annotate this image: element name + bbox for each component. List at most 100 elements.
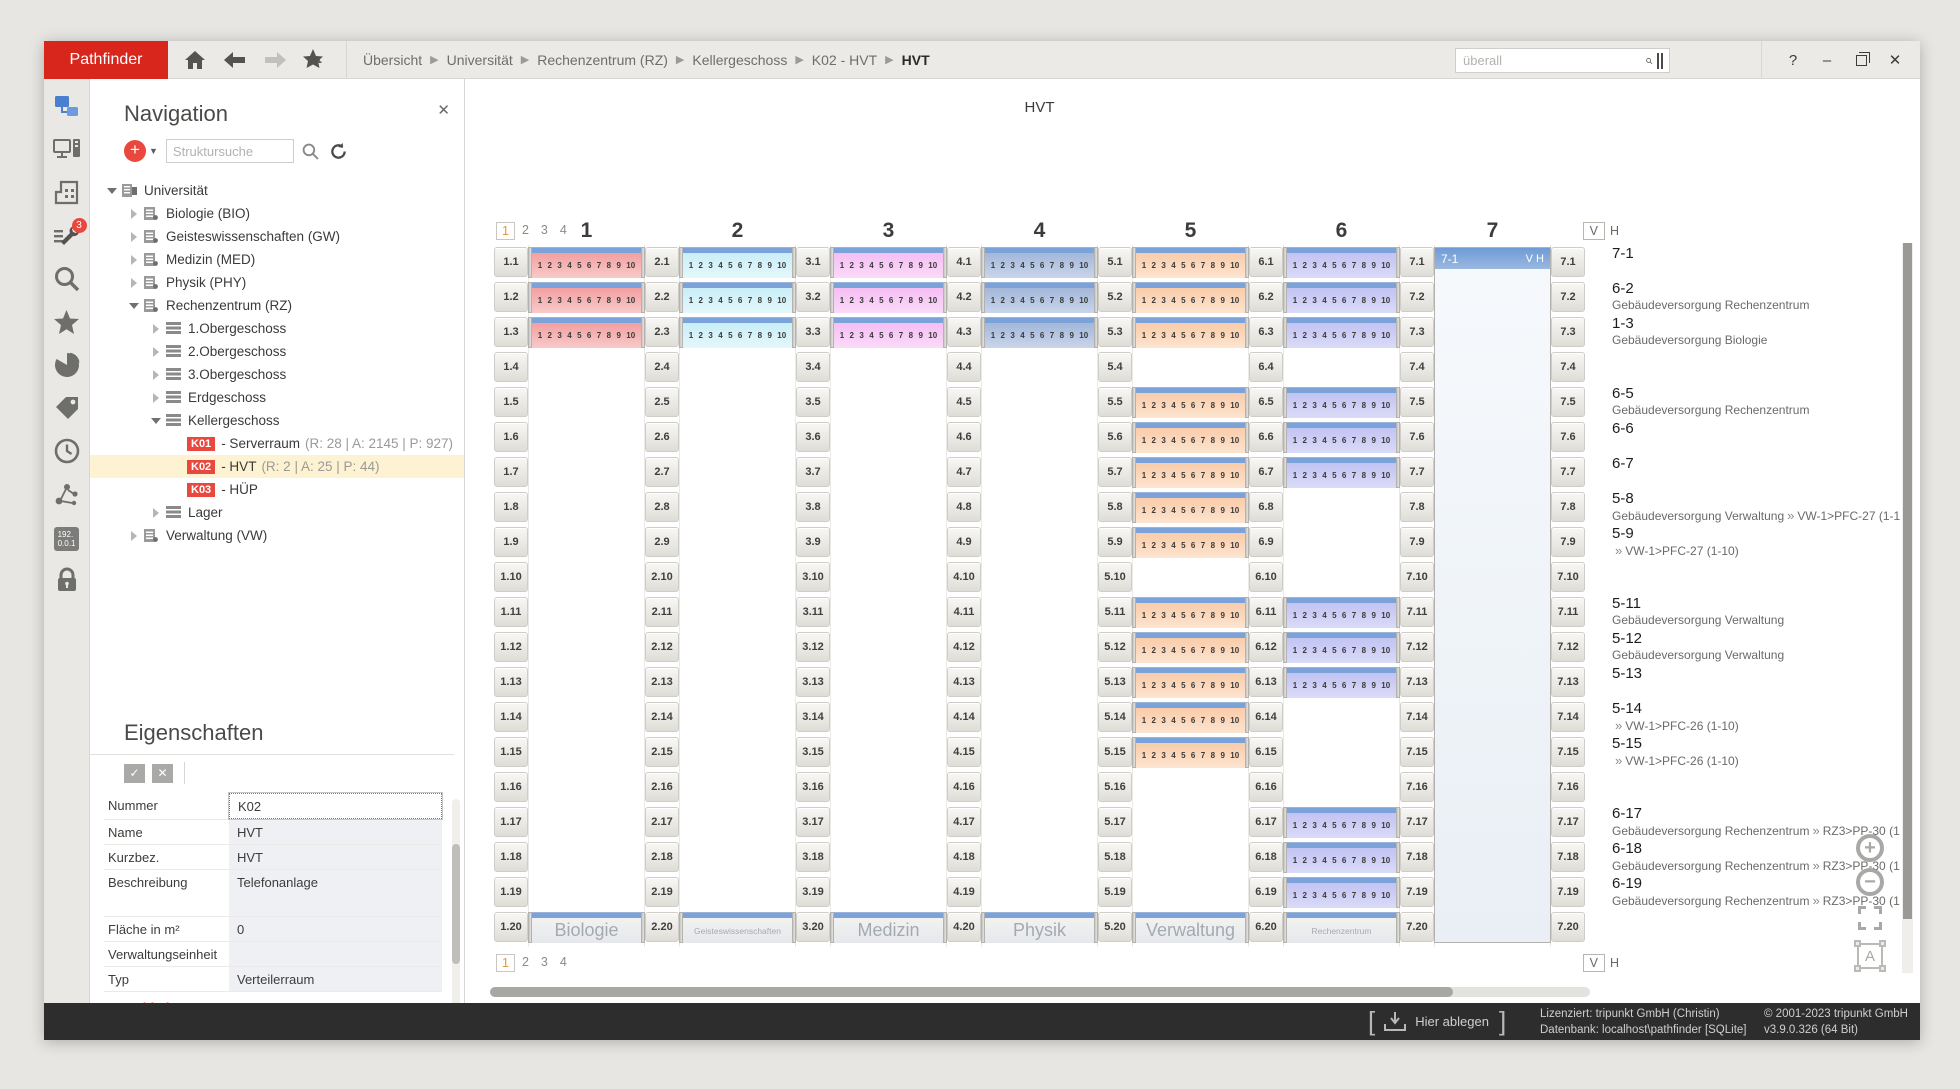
row-label[interactable]: 4.3 <box>947 317 981 347</box>
port[interactable]: 6 <box>738 296 742 305</box>
port[interactable]: 6 <box>1342 681 1346 690</box>
port[interactable]: 1 <box>1293 436 1297 445</box>
row-label[interactable]: 5.14 <box>1098 702 1132 732</box>
port[interactable]: 9 <box>616 331 620 340</box>
port[interactable]: 1 <box>1293 646 1297 655</box>
sidebar-item-tags[interactable] <box>51 394 83 426</box>
row-label[interactable]: 5.17 <box>1098 807 1132 837</box>
breadcrumb-item[interactable]: Universität <box>447 52 513 68</box>
row-label[interactable]: 7.20 <box>1400 912 1434 942</box>
port[interactable]: 9 <box>1371 436 1375 445</box>
port[interactable]: 6 <box>889 296 893 305</box>
port[interactable]: 3 <box>859 331 863 340</box>
port[interactable]: 7 <box>1352 891 1356 900</box>
port[interactable]: 1 <box>1142 751 1146 760</box>
port[interactable]: 5 <box>879 331 883 340</box>
refresh-icon[interactable] <box>329 142 348 161</box>
port[interactable]: 3 <box>1312 261 1316 270</box>
favorite-add-icon[interactable] <box>302 47 328 73</box>
port[interactable]: 6 <box>1342 401 1346 410</box>
row-label[interactable]: 1.16 <box>494 772 528 802</box>
port[interactable]: 1 <box>1142 611 1146 620</box>
port[interactable]: 1 <box>1142 296 1146 305</box>
row-label[interactable]: 3.9 <box>796 527 830 557</box>
port[interactable]: 6 <box>1191 471 1195 480</box>
row-label[interactable]: 6.18 <box>1249 842 1283 872</box>
port[interactable]: 4 <box>1171 541 1175 550</box>
port[interactable]: 7 <box>899 296 903 305</box>
port[interactable]: 7 <box>1352 471 1356 480</box>
port[interactable]: 10 <box>1230 716 1239 725</box>
navigation-close-icon[interactable]: ✕ <box>437 101 450 119</box>
port[interactable]: 7 <box>1050 296 1054 305</box>
row-label[interactable]: 4.9 <box>947 527 981 557</box>
port[interactable]: 9 <box>767 261 771 270</box>
row-label[interactable]: 4.6 <box>947 422 981 452</box>
row-label[interactable]: 3.2 <box>796 282 830 312</box>
row-label[interactable]: 2.14 <box>645 702 679 732</box>
patch-panel-5-13[interactable]: 12345678910 <box>1132 667 1249 698</box>
port[interactable]: 2 <box>1152 296 1156 305</box>
port[interactable]: 4 <box>1322 401 1326 410</box>
port[interactable]: 8 <box>1211 261 1215 270</box>
port[interactable]: 7 <box>1352 821 1356 830</box>
port[interactable]: 10 <box>1230 506 1239 515</box>
row-label[interactable]: 5.15 <box>1098 737 1132 767</box>
port[interactable]: 10 <box>777 331 786 340</box>
row-label[interactable]: 7.18 <box>1400 842 1434 872</box>
port[interactable]: 7 <box>1352 646 1356 655</box>
row-label[interactable]: 2.4 <box>645 352 679 382</box>
port[interactable]: 6 <box>1342 646 1346 655</box>
port[interactable]: 1 <box>538 331 542 340</box>
port[interactable]: 2 <box>1152 506 1156 515</box>
patch-panel-6-6[interactable]: 12345678910 <box>1283 422 1400 453</box>
port[interactable]: 5 <box>1332 646 1336 655</box>
row-label-right[interactable]: 7.12 <box>1551 632 1585 662</box>
port[interactable]: 6 <box>1342 296 1346 305</box>
port[interactable]: 9 <box>1371 646 1375 655</box>
port[interactable]: 4 <box>1171 506 1175 515</box>
row-label[interactable]: 2.7 <box>645 457 679 487</box>
port[interactable]: 4 <box>718 261 722 270</box>
port[interactable]: 5 <box>728 331 732 340</box>
row-label[interactable]: 5.20 <box>1098 912 1132 942</box>
port[interactable]: 6 <box>1191 506 1195 515</box>
port[interactable]: 2 <box>1152 401 1156 410</box>
row-label[interactable]: 4.13 <box>947 667 981 697</box>
port[interactable]: 10 <box>1230 541 1239 550</box>
building-panel-1[interactable]: Biologie <box>528 912 645 943</box>
port[interactable]: 3 <box>1312 821 1316 830</box>
port[interactable]: 3 <box>1161 471 1165 480</box>
port[interactable]: 3 <box>1161 716 1165 725</box>
port[interactable]: 8 <box>1362 856 1366 865</box>
port[interactable]: 8 <box>1362 401 1366 410</box>
row-label[interactable]: 5.9 <box>1098 527 1132 557</box>
search-icon[interactable] <box>1646 53 1653 69</box>
port[interactable]: 1 <box>991 261 995 270</box>
row-label-right[interactable]: 7.11 <box>1551 597 1585 627</box>
patch-panel-4-2[interactable]: 12345678910 <box>981 282 1098 313</box>
port[interactable]: 8 <box>1362 646 1366 655</box>
port[interactable]: 7 <box>1352 856 1356 865</box>
port[interactable]: 8 <box>1211 471 1215 480</box>
row-label[interactable]: 2.19 <box>645 877 679 907</box>
port[interactable]: 9 <box>1069 331 1073 340</box>
building-panel-2[interactable]: Geisteswissenschaften <box>679 912 796 943</box>
annotation-link[interactable]: VW-1>PFC-27 (1-10) <box>1797 509 1900 523</box>
row-label[interactable]: 5.6 <box>1098 422 1132 452</box>
row-label[interactable]: 7.1 <box>1400 247 1434 277</box>
row-label[interactable]: 6.1 <box>1249 247 1283 277</box>
port[interactable]: 2 <box>1152 646 1156 655</box>
port[interactable]: 9 <box>1069 296 1073 305</box>
port[interactable]: 1 <box>1142 261 1146 270</box>
row-label[interactable]: 2.18 <box>645 842 679 872</box>
port[interactable]: 2 <box>1303 646 1307 655</box>
back-view-button[interactable]: H <box>1610 956 1619 970</box>
row-label[interactable]: 3.8 <box>796 492 830 522</box>
port[interactable]: 1 <box>1293 261 1297 270</box>
row-label-right[interactable]: 7.14 <box>1551 702 1585 732</box>
port[interactable]: 6 <box>1191 611 1195 620</box>
port[interactable]: 9 <box>1220 541 1224 550</box>
row-label[interactable]: 2.17 <box>645 807 679 837</box>
row-label[interactable]: 6.11 <box>1249 597 1283 627</box>
